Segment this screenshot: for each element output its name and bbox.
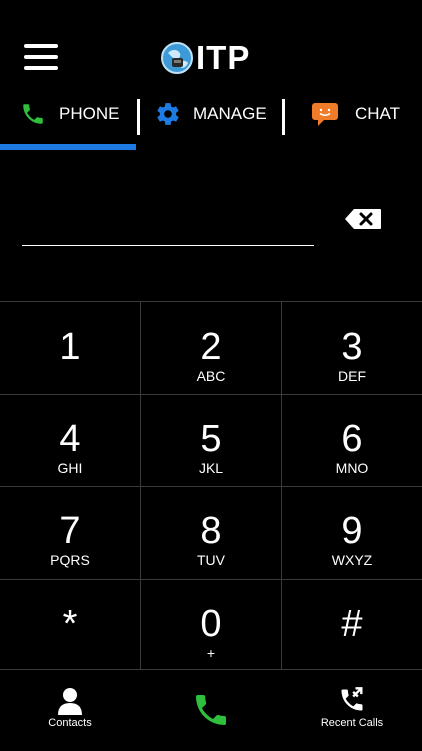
hamburger-menu-icon[interactable]: [22, 42, 60, 72]
key-letters: MNO: [335, 460, 369, 476]
key-letters: JKL: [198, 460, 224, 476]
key-9[interactable]: 9 WXYZ: [282, 486, 422, 578]
tab-chat-label: CHAT: [355, 104, 401, 123]
key-letters: WXYZ: [331, 552, 373, 568]
key-4[interactable]: 4 GHI: [0, 394, 140, 486]
key-digit: 1: [59, 326, 81, 368]
key-digit: 5: [200, 418, 222, 460]
tab-chat[interactable]: CHAT: [311, 96, 400, 132]
key-digit: 8: [200, 510, 222, 552]
key-letters: +: [206, 645, 216, 661]
recent-calls-label: Recent Calls: [320, 717, 384, 729]
active-tab-indicator: [0, 144, 136, 150]
backspace-icon[interactable]: [344, 208, 382, 230]
key-digit: #: [341, 603, 363, 645]
key-digit: 4: [59, 418, 81, 460]
contacts-button[interactable]: Contacts: [20, 670, 120, 751]
tab-phone[interactable]: PHONE: [20, 96, 119, 132]
contacts-label: Contacts: [48, 717, 92, 729]
key-letters: ABC: [196, 368, 226, 384]
logo-text: ITP: [196, 39, 251, 76]
call-button[interactable]: [170, 670, 252, 751]
tab-divider: [137, 99, 140, 135]
tab-manage-label: MANAGE: [193, 104, 267, 123]
key-digit: 7: [59, 510, 81, 552]
tab-phone-label: PHONE: [59, 104, 120, 123]
phone-icon: [23, 104, 43, 124]
key-digit: 6: [341, 418, 363, 460]
key-letters: TUV: [197, 552, 225, 568]
key-3[interactable]: 3 DEF: [282, 302, 422, 394]
phone-call-icon: [196, 695, 226, 725]
key-letters: GHI: [57, 460, 83, 476]
key-2[interactable]: 2 ABC: [141, 302, 281, 394]
key-letters: PQRS: [50, 552, 90, 568]
key-digit: 3: [341, 326, 363, 368]
bottom-navigation-bar: Contacts Recent Calls: [0, 669, 422, 751]
key-8[interactable]: 8 TUV: [141, 486, 281, 578]
key-digit: 2: [200, 326, 222, 368]
chat-bubble-icon: [312, 103, 338, 126]
key-letters: DEF: [338, 368, 366, 384]
globe-logo-icon: [161, 42, 193, 74]
gear-icon: [157, 103, 179, 125]
key-6[interactable]: 6 MNO: [282, 394, 422, 486]
key-hash[interactable]: #: [282, 579, 422, 671]
input-underline: [22, 245, 314, 246]
key-digit: *: [62, 603, 78, 645]
key-star[interactable]: *: [0, 579, 140, 671]
key-1[interactable]: 1: [0, 302, 140, 394]
app-logo: ITP: [160, 38, 250, 78]
key-digit: 0: [200, 603, 222, 645]
key-7[interactable]: 7 PQRS: [0, 486, 140, 578]
dial-keypad: 1 2 ABC 3 DEF 4 GHI 5 JKL 6 MNO 7 PQRS 8…: [0, 301, 422, 670]
phone-number-input[interactable]: [22, 196, 312, 240]
person-icon: [58, 688, 82, 715]
tab-divider: [282, 99, 285, 135]
key-digit: 9: [341, 510, 363, 552]
recent-calls-icon: [341, 687, 363, 711]
recent-calls-button[interactable]: Recent Calls: [302, 670, 402, 751]
key-5[interactable]: 5 JKL: [141, 394, 281, 486]
key-0[interactable]: 0 +: [141, 579, 281, 671]
tab-manage[interactable]: MANAGE: [155, 96, 267, 132]
